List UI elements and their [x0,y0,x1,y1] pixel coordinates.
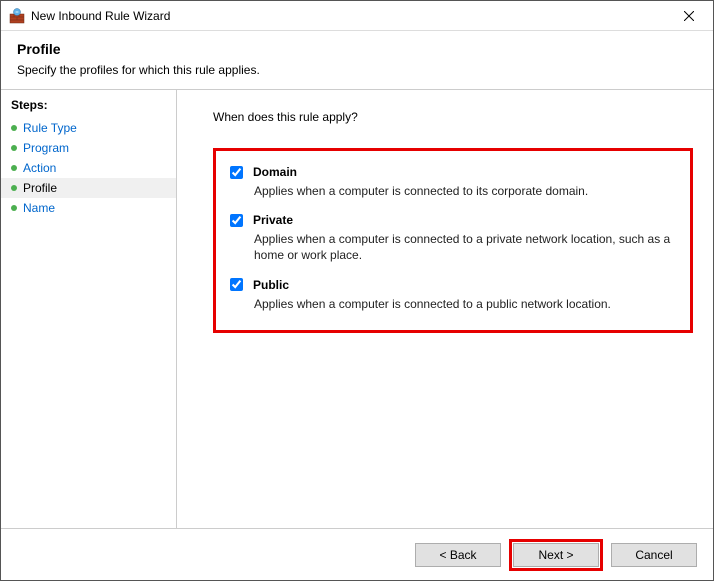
step-label: Profile [23,181,57,195]
step-label: Rule Type [23,121,77,135]
steps-heading: Steps: [1,98,176,118]
profile-public: Public Applies when a computer is connec… [230,278,676,312]
public-label: Public [253,278,289,292]
next-button[interactable]: Next > [513,543,599,567]
profiles-group: Domain Applies when a computer is connec… [213,148,693,333]
page-title: Profile [17,41,697,57]
next-highlight: Next > [509,539,603,571]
cancel-button[interactable]: Cancel [611,543,697,567]
step-bullet-icon [11,165,17,171]
main-panel: When does this rule apply? Domain Applie… [177,90,713,528]
domain-description: Applies when a computer is connected to … [254,183,676,199]
step-name[interactable]: Name [1,198,176,218]
wizard-window: New Inbound Rule Wizard Profile Specify … [0,0,714,581]
step-program[interactable]: Program [1,138,176,158]
step-rule-type[interactable]: Rule Type [1,118,176,138]
step-bullet-icon [11,205,17,211]
private-label: Private [253,213,293,227]
back-button[interactable]: < Back [415,543,501,567]
domain-checkbox[interactable] [230,166,243,179]
steps-sidebar: Steps: Rule Type Program Action Profile … [1,90,177,528]
private-description: Applies when a computer is connected to … [254,231,676,263]
step-label: Action [23,161,56,175]
private-checkbox[interactable] [230,214,243,227]
page-header: Profile Specify the profiles for which t… [1,31,713,90]
domain-label: Domain [253,165,297,179]
close-icon [684,11,694,21]
question-text: When does this rule apply? [213,110,693,124]
titlebar: New Inbound Rule Wizard [1,1,713,31]
window-title: New Inbound Rule Wizard [31,9,669,23]
close-button[interactable] [669,2,709,30]
body: Steps: Rule Type Program Action Profile … [1,90,713,528]
profile-domain: Domain Applies when a computer is connec… [230,165,676,199]
step-bullet-icon [11,185,17,191]
public-description: Applies when a computer is connected to … [254,296,676,312]
step-label: Program [23,141,69,155]
footer: < Back Next > Cancel [1,528,713,580]
step-bullet-icon [11,145,17,151]
page-subtitle: Specify the profiles for which this rule… [17,63,697,77]
step-profile[interactable]: Profile [1,178,176,198]
step-bullet-icon [11,125,17,131]
public-checkbox[interactable] [230,278,243,291]
firewall-icon [9,8,25,24]
step-action[interactable]: Action [1,158,176,178]
step-label: Name [23,201,55,215]
profile-private: Private Applies when a computer is conne… [230,213,676,263]
